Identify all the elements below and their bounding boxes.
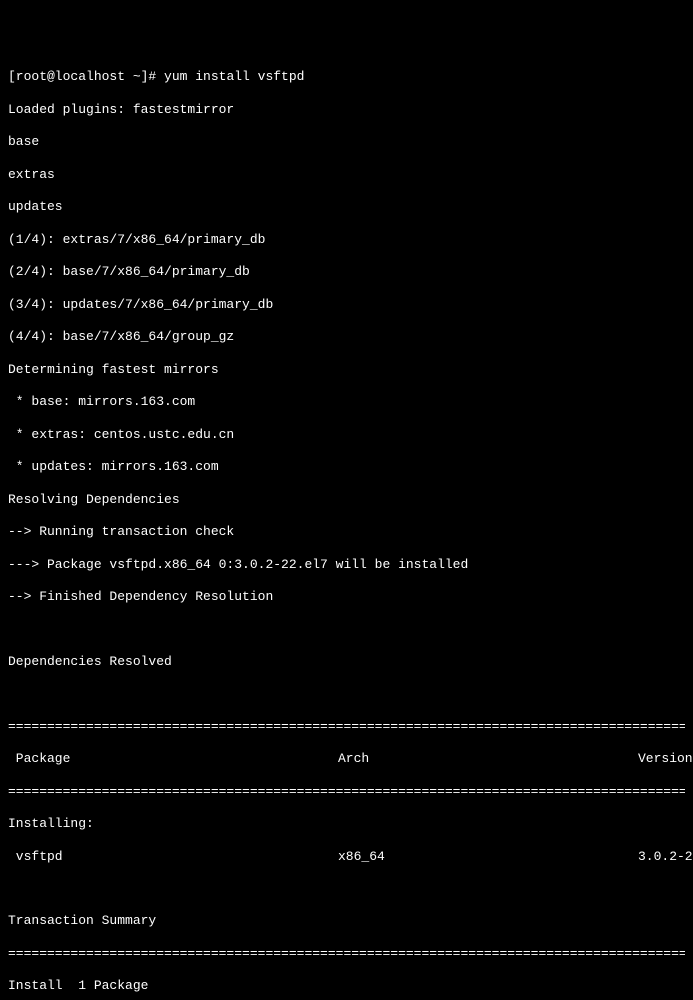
command-input: yum install vsftpd xyxy=(164,69,304,84)
header-version: Version xyxy=(638,751,693,767)
command-prompt-line: [root@localhost ~]# yum install vsftpd xyxy=(8,69,685,85)
repo-line: extras xyxy=(8,167,685,183)
blank-line xyxy=(8,622,685,638)
shell-prompt: [root@localhost ~]# xyxy=(8,69,164,84)
header-package: Package xyxy=(8,751,338,767)
repo-line: base xyxy=(8,134,685,150)
download-line: (2/4): base/7/x86_64/primary_db xyxy=(8,264,685,280)
mirror-line: * updates: mirrors.163.com xyxy=(8,459,685,475)
table-row: vsftpdx86_643.0.2-22 xyxy=(8,849,685,865)
cell-version: 3.0.2-22 xyxy=(638,849,693,865)
table-header: PackageArchVersion xyxy=(8,751,685,767)
transaction-summary-line: Transaction Summary xyxy=(8,913,685,929)
download-line: (3/4): updates/7/x86_64/primary_db xyxy=(8,297,685,313)
mirrors-header: Determining fastest mirrors xyxy=(8,362,685,378)
cell-arch: x86_64 xyxy=(338,849,638,865)
cell-package: vsftpd xyxy=(8,849,338,865)
transaction-check-line: --> Running transaction check xyxy=(8,524,685,540)
separator-double: ========================================… xyxy=(8,784,685,800)
installing-section: Installing: xyxy=(8,816,685,832)
package-install-line: ---> Package vsftpd.x86_64 0:3.0.2-22.el… xyxy=(8,557,685,573)
repo-line: updates xyxy=(8,199,685,215)
finished-resolution-line: --> Finished Dependency Resolution xyxy=(8,589,685,605)
download-line: (1/4): extras/7/x86_64/primary_db xyxy=(8,232,685,248)
blank-line xyxy=(8,881,685,897)
separator-double: ========================================… xyxy=(8,719,685,735)
mirror-line: * base: mirrors.163.com xyxy=(8,394,685,410)
output-line: Loaded plugins: fastestmirror xyxy=(8,102,685,118)
header-arch: Arch xyxy=(338,751,638,767)
download-line: (4/4): base/7/x86_64/group_gz xyxy=(8,329,685,345)
mirror-line: * extras: centos.ustc.edu.cn xyxy=(8,427,685,443)
deps-resolved-line: Dependencies Resolved xyxy=(8,654,685,670)
blank-line xyxy=(8,686,685,702)
install-count-line: Install 1 Package xyxy=(8,978,685,994)
separator-double: ========================================… xyxy=(8,946,685,962)
